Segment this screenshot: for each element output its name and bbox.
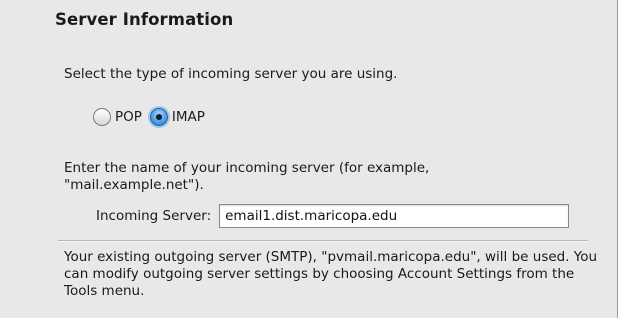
pop-radio-button[interactable] bbox=[93, 108, 111, 126]
server-information-panel: Server Information Select the type of in… bbox=[0, 0, 618, 318]
section-title: Server Information bbox=[55, 10, 234, 29]
imap-radio-label[interactable]: IMAP bbox=[172, 109, 205, 125]
incoming-server-description: Enter the name of your incoming server (… bbox=[64, 160, 430, 193]
outgoing-server-note: Your existing outgoing server (SMTP), "p… bbox=[64, 249, 598, 299]
incoming-server-label: Incoming Server: bbox=[96, 208, 212, 224]
pop-radio-option[interactable]: POP bbox=[93, 108, 142, 126]
imap-radio-button[interactable] bbox=[149, 108, 168, 126]
pop-radio-label[interactable]: POP bbox=[115, 109, 142, 125]
server-type-radio-group: POP IMAP bbox=[93, 105, 213, 129]
section-divider bbox=[58, 240, 588, 242]
server-type-instruction: Select the type of incoming server you a… bbox=[64, 66, 398, 82]
incoming-server-input[interactable] bbox=[219, 204, 570, 228]
incoming-server-row: Incoming Server: bbox=[96, 204, 570, 228]
imap-radio-option[interactable]: IMAP bbox=[149, 108, 205, 126]
